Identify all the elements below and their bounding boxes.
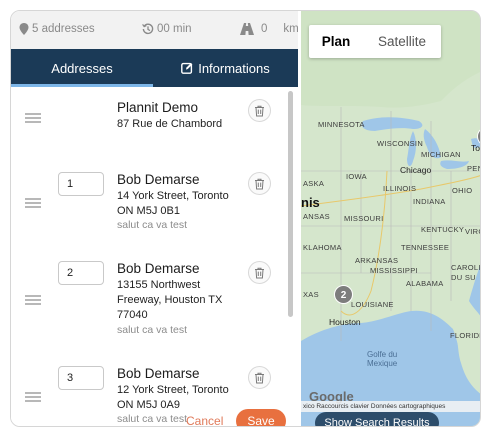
map-label: WISCONSIN: [377, 139, 424, 148]
map-sea-label: Golfe du Mexique: [367, 350, 398, 368]
delete-stop-button[interactable]: [248, 99, 271, 122]
stop-note: salut ca va test: [117, 219, 188, 231]
map-label: IOWA: [346, 172, 367, 181]
address-count: 5 addresses: [32, 23, 95, 35]
map-city-label: nis: [301, 195, 320, 210]
map-label: MICHIGAN: [421, 150, 461, 159]
map-label: ALABAMA: [406, 279, 444, 288]
map-city-label: Chicago: [400, 165, 432, 175]
distance-value: 0: [261, 23, 268, 35]
road-icon: [240, 23, 254, 35]
map-label: PENN: [467, 164, 480, 173]
map-label: FLORIDE: [450, 331, 480, 340]
delete-stop-button[interactable]: [248, 261, 271, 284]
stop-name: Plannit Demo: [117, 100, 199, 115]
delete-stop-button[interactable]: [248, 172, 271, 195]
stop-note: salut ca va test: [117, 324, 188, 336]
stop-name: Bob Demarse: [117, 261, 200, 276]
cancel-button[interactable]: Cancel: [186, 414, 223, 426]
trash-icon: [255, 105, 264, 116]
edit-icon: [181, 62, 193, 74]
stop-address: 14 York Street, Toronto ON M5J 0B1: [117, 190, 229, 217]
tab-addresses[interactable]: Addresses: [11, 49, 153, 87]
address-list: Plannit Demo 87 Rue de Chambord 1 Bob De…: [11, 87, 298, 426]
stop-address: 87 Rue de Chambord: [117, 118, 223, 130]
map-marker[interactable]: 2: [334, 285, 353, 304]
distance-unit: km: [283, 23, 298, 35]
map-label: TENNESSEE: [401, 243, 450, 252]
map-label: MINNESOTA: [318, 120, 365, 129]
history-clock-icon: [142, 23, 154, 35]
drag-handle-icon[interactable]: [25, 295, 41, 305]
route-stats-bar: 5 addresses 00 min 0 km: [11, 11, 298, 49]
stop-address: 13155 Northwest Freeway, Houston TX 77040: [117, 279, 223, 321]
map-label: LOUISIANE: [351, 300, 394, 309]
drag-handle-icon[interactable]: [25, 392, 41, 402]
map-label: MISSISSIPPI: [370, 266, 418, 275]
map-label: CAROLIN DU SU: [451, 263, 481, 282]
stop-order-input[interactable]: 3: [58, 366, 104, 390]
map-label: KLAHOMA: [303, 243, 342, 252]
stop-order-input[interactable]: 2: [58, 261, 104, 285]
stop-name: Bob Demarse: [117, 172, 200, 187]
map-type-satellite-button[interactable]: Satellite: [363, 25, 441, 58]
trash-icon: [255, 178, 264, 189]
map-label: KENTUCKY: [421, 225, 465, 234]
map-attribution[interactable]: xico Raccourcis clavier Données cartogra…: [301, 401, 480, 412]
list-scrollbar[interactable]: [288, 91, 293, 317]
duration-stat: 00 min: [142, 23, 192, 35]
tab-informations-label: Informations: [198, 60, 270, 76]
map-label: ILLINOIS: [383, 184, 417, 193]
map-type-plan-button[interactable]: Plan: [309, 25, 363, 58]
distance-stat: 0 km: [240, 23, 298, 35]
save-button[interactable]: Save: [236, 409, 286, 426]
duration-value: 00 min: [157, 23, 192, 35]
stop-order-input[interactable]: 1: [58, 172, 104, 196]
map-label: INDIANA: [413, 197, 446, 206]
stop-address: 12 York Street, Toronto ON M5J 0A9: [117, 384, 229, 411]
map-view[interactable]: Plan Satellite MINNESOTA WISCONSIN MICHI…: [301, 11, 481, 426]
map-city-label: To: [471, 143, 480, 153]
location-pin-icon: [19, 23, 29, 35]
drag-handle-icon[interactable]: [25, 198, 41, 208]
map-label: ARKANSAS: [355, 256, 399, 265]
route-planner-window: 5 addresses 00 min 0 km Addresses Inform…: [10, 10, 481, 427]
map-label: MISSOURI: [344, 214, 384, 223]
tab-informations[interactable]: Informations: [153, 49, 298, 87]
trash-icon: [255, 372, 264, 383]
panel-tabs: Addresses Informations: [11, 49, 298, 87]
map-city-label: Houston: [329, 317, 361, 327]
map-label: VIRGI: [465, 227, 480, 236]
map-label: XAS: [303, 290, 319, 299]
map-type-toggle: Plan Satellite: [309, 25, 441, 58]
map-label: ASKA: [303, 179, 325, 188]
address-count-stat: 5 addresses: [19, 23, 95, 35]
route-panel: 5 addresses 00 min 0 km Addresses Inform…: [11, 11, 298, 426]
drag-handle-icon[interactable]: [25, 113, 41, 123]
stop-name: Bob Demarse: [117, 366, 200, 381]
map-label: ANSAS: [303, 212, 330, 221]
show-search-results-button[interactable]: Show Search Results: [315, 412, 439, 426]
delete-stop-button[interactable]: [248, 366, 271, 389]
trash-icon: [255, 267, 264, 278]
tab-addresses-label: Addresses: [51, 60, 113, 76]
map-label: OHIO: [452, 186, 473, 195]
stop-note: salut ca va test: [117, 413, 188, 425]
